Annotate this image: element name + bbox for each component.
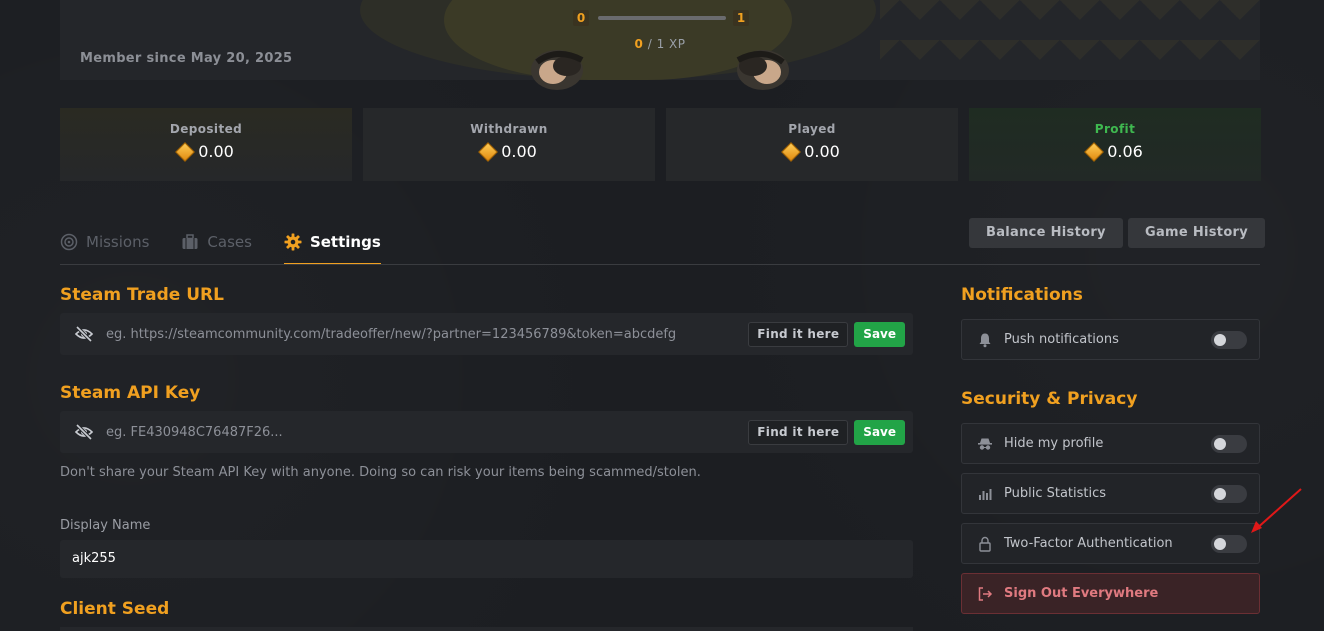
spy-icon	[978, 438, 992, 450]
coin-icon	[175, 141, 196, 162]
stat-label: Withdrawn	[470, 122, 548, 136]
two-factor-label: Two-Factor Authentication	[1004, 536, 1173, 551]
stat-withdrawn: Withdrawn 0.00	[363, 108, 655, 181]
left-glove-icon	[531, 50, 584, 90]
client-seed-field[interactable]	[60, 627, 913, 631]
stat-value: 0.06	[1107, 142, 1143, 161]
stat-value-wrap: 0.00	[781, 141, 840, 162]
stat-played: Played 0.00	[666, 108, 958, 181]
display-name-input[interactable]: ajk255	[60, 540, 913, 578]
xp-progress-bar	[598, 16, 726, 20]
gear-icon	[284, 233, 302, 250]
push-notifications-row: Push notifications	[961, 319, 1260, 360]
coin-icon	[478, 141, 499, 162]
api-key-title: Steam API Key	[60, 383, 201, 403]
api-key-field[interactable]: eg. FE430948C76487F26... Find it here Sa…	[60, 411, 913, 453]
trade-url-save-button[interactable]: Save	[854, 321, 905, 347]
push-notifications-label: Push notifications	[1004, 332, 1119, 347]
coin-icon	[1084, 141, 1105, 162]
eye-off-icon[interactable]	[74, 422, 94, 442]
profile-tabs: Missions Cases Settings	[60, 218, 413, 265]
stat-value: 0.00	[804, 142, 840, 161]
current-level-badge: 0	[573, 10, 589, 26]
tab-missions[interactable]: Missions	[60, 218, 149, 265]
stat-value-wrap: 0.00	[175, 141, 234, 162]
notifications-title: Notifications	[961, 285, 1083, 305]
hide-profile-label: Hide my profile	[1004, 436, 1104, 451]
right-glove-icon	[736, 50, 789, 90]
stat-value-wrap: 0.06	[1084, 141, 1143, 162]
api-key-input[interactable]: eg. FE430948C76487F26...	[106, 425, 748, 440]
public-statistics-label: Public Statistics	[1004, 486, 1107, 501]
briefcase-icon	[182, 233, 198, 249]
trade-url-field[interactable]: eg. https://steamcommunity.com/tradeoffe…	[60, 313, 913, 355]
xp-readout: 0 / 1 XP	[600, 37, 720, 51]
member-since: Member since May 20, 2025	[80, 51, 293, 66]
game-history-button[interactable]: Game History	[1128, 218, 1266, 248]
display-name-label: Display Name	[60, 518, 151, 533]
trade-url-input[interactable]: eg. https://steamcommunity.com/tradeoffe…	[106, 327, 748, 342]
diamond-pattern	[880, 0, 1260, 80]
tab-label: Cases	[207, 232, 252, 251]
public-statistics-toggle[interactable]	[1211, 484, 1247, 503]
target-icon	[60, 233, 78, 250]
sign-out-icon	[978, 586, 993, 601]
security-title: Security & Privacy	[961, 389, 1138, 409]
two-factor-row: Two-Factor Authentication	[961, 523, 1260, 564]
stat-value-wrap: 0.00	[478, 141, 537, 162]
client-seed-title: Client Seed	[60, 599, 170, 619]
bell-icon	[979, 333, 991, 347]
tab-divider	[60, 264, 1260, 265]
public-statistics-row: Public Statistics	[961, 473, 1260, 514]
api-key-find-button[interactable]: Find it here	[748, 419, 849, 445]
stat-deposited: Deposited 0.00	[60, 108, 352, 181]
api-key-save-button[interactable]: Save	[854, 419, 905, 445]
two-factor-toggle[interactable]	[1211, 534, 1247, 553]
stat-value: 0.00	[501, 142, 537, 161]
trade-url-title: Steam Trade URL	[60, 285, 224, 305]
eye-off-icon[interactable]	[74, 324, 94, 344]
stat-label: Played	[788, 122, 836, 136]
bar-chart-icon	[979, 488, 992, 500]
trade-url-find-button[interactable]: Find it here	[748, 321, 849, 347]
tab-label: Missions	[86, 232, 150, 251]
stat-profit: Profit 0.06	[969, 108, 1261, 181]
tab-label: Settings	[309, 232, 381, 251]
lock-icon	[979, 536, 991, 552]
balance-history-button[interactable]: Balance History	[969, 218, 1123, 248]
sign-out-everywhere-button[interactable]: Sign Out Everywhere	[961, 573, 1260, 614]
coin-icon	[781, 141, 802, 162]
tab-settings[interactable]: Settings	[283, 218, 381, 265]
stat-value: 0.00	[198, 142, 234, 161]
api-key-warning: Don't share your Steam API Key with anyo…	[60, 465, 701, 480]
hide-profile-row: Hide my profile	[961, 423, 1260, 464]
xp-total: / 1 XP	[643, 37, 686, 51]
tab-cases[interactable]: Cases	[181, 218, 252, 265]
annotation-arrow-icon	[1251, 488, 1302, 533]
next-level-badge: 1	[733, 10, 749, 26]
push-notifications-toggle[interactable]	[1211, 330, 1247, 349]
hide-profile-toggle[interactable]	[1211, 434, 1247, 453]
stat-label: Profit	[1094, 122, 1136, 136]
stat-label: Deposited	[169, 122, 243, 136]
sign-out-label: Sign Out Everywhere	[1004, 586, 1159, 601]
